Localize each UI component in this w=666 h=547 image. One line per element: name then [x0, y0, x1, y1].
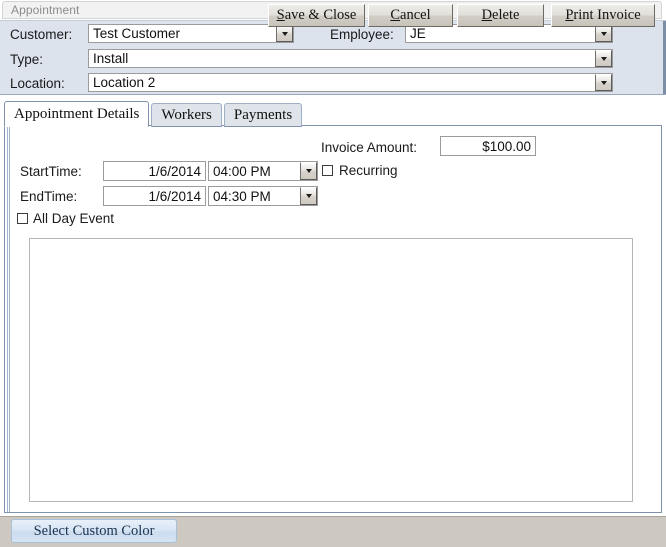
tabstrip: Appointment Details Workers Payments	[4, 100, 304, 127]
location-combo[interactable]: Location 2	[88, 73, 613, 92]
all-day-event-checkbox[interactable]	[17, 213, 28, 224]
tab-label: Appointment Details	[14, 105, 140, 122]
cancel-rest: ancel	[400, 7, 431, 23]
chevron-down-icon[interactable]	[300, 187, 317, 205]
print-invoice-button[interactable]: Print Invoice	[551, 4, 655, 27]
start-time-value: 04:00 PM	[213, 163, 271, 179]
notes-area[interactable]	[29, 238, 633, 502]
cancel-accel: C	[390, 7, 401, 23]
end-time-value: 04:30 PM	[213, 188, 271, 204]
save-rest: ave & Close	[284, 7, 357, 23]
delete-accel: D	[481, 7, 493, 23]
tab-appointment-details[interactable]: Appointment Details	[4, 101, 150, 127]
chevron-down-icon[interactable]	[595, 74, 612, 91]
save-accel: S	[276, 7, 285, 23]
customer-combo[interactable]: Test Customer	[88, 24, 294, 43]
chevron-down-icon[interactable]	[300, 162, 317, 180]
type-combo[interactable]: Install	[88, 49, 613, 68]
employee-label: Employee:	[330, 27, 394, 42]
start-time-label: StartTime:	[20, 164, 82, 179]
delete-rest: elete	[492, 7, 520, 23]
tab-label: Payments	[233, 106, 293, 123]
customer-value: Test Customer	[93, 26, 181, 41]
delete-button[interactable]: Delete	[457, 4, 544, 27]
select-custom-color-button[interactable]: Select Custom Color	[11, 519, 177, 543]
chevron-down-icon[interactable]	[595, 50, 612, 67]
header-panel: Customer: Test Customer Employee: JE Typ…	[0, 20, 666, 95]
appointment-window: Appointment Customer: Test Customer Empl…	[0, 0, 666, 547]
window-title: Appointment	[11, 3, 80, 17]
start-time-combo[interactable]: 04:00 PM	[208, 161, 318, 181]
cancel-button[interactable]: Cancel	[368, 4, 453, 27]
all-day-event-label: All Day Event	[33, 211, 115, 226]
end-date-value: 1/6/2014	[148, 188, 201, 204]
end-time-label: EndTime:	[20, 189, 78, 204]
chevron-down-icon[interactable]	[276, 25, 293, 42]
invoice-amount-field[interactable]: $100.00	[440, 136, 536, 156]
invoice-amount-label: Invoice Amount:	[321, 140, 418, 155]
customer-label: Customer:	[10, 27, 73, 42]
tab-label: Workers	[161, 106, 212, 123]
location-value: Location 2	[93, 75, 156, 90]
chevron-down-icon[interactable]	[595, 25, 612, 42]
save-and-close-button[interactable]: Save & Close	[268, 4, 365, 27]
print-rest: rint Invoice	[573, 7, 641, 23]
tab-workers[interactable]: Workers	[151, 103, 222, 127]
tab-payments[interactable]: Payments	[223, 103, 303, 127]
recurring-checkbox[interactable]	[322, 165, 333, 176]
start-date-value: 1/6/2014	[148, 163, 201, 179]
end-date-field[interactable]: 1/6/2014	[103, 186, 206, 206]
select-custom-color-label: Select Custom Color	[33, 522, 155, 539]
recurring-label: Recurring	[339, 163, 398, 178]
panel-left-stripe	[6, 126, 11, 512]
employee-value: JE	[410, 26, 426, 41]
invoice-amount-value: $100.00	[482, 138, 531, 154]
end-time-combo[interactable]: 04:30 PM	[208, 186, 318, 206]
start-date-field[interactable]: 1/6/2014	[103, 161, 206, 181]
type-value: Install	[93, 51, 129, 66]
type-label: Type:	[10, 52, 44, 67]
location-label: Location:	[10, 76, 65, 91]
